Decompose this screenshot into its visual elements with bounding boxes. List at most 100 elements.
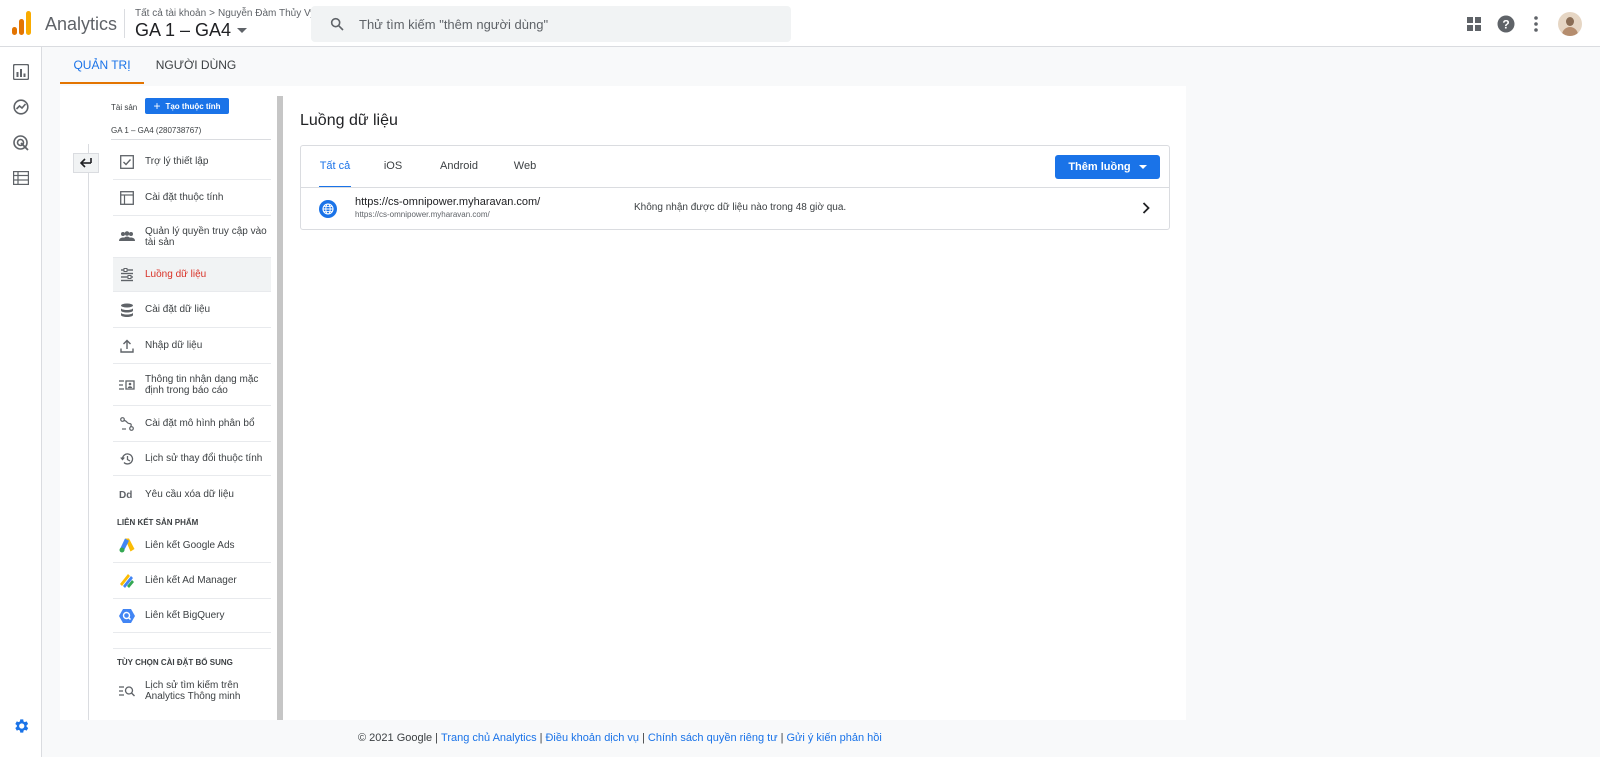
stream-name: https://cs-omnipower.myharavan.com/ xyxy=(355,196,541,208)
tab-admin[interactable]: QUẢN TRỊ xyxy=(60,47,144,84)
back-arrow-icon xyxy=(80,158,92,168)
property-picker[interactable]: GA 1 – GA4 xyxy=(135,20,248,41)
menu-item-data-import[interactable]: Nhập dữ liệu xyxy=(113,328,271,364)
divider xyxy=(111,139,271,140)
dropdown-caret-icon xyxy=(1138,165,1147,169)
advertising-icon[interactable] xyxy=(12,134,30,152)
left-nav-rail xyxy=(0,47,42,757)
attribution-icon xyxy=(119,416,135,432)
menu-item-google-ads-links[interactable]: Liên kết Google Ads xyxy=(113,529,271,563)
menu-item-label: Liên kết Ad Manager xyxy=(145,575,237,586)
menu-item-attribution-settings[interactable]: Cài đặt mô hình phân bổ xyxy=(113,406,271,442)
search-icon xyxy=(329,16,345,37)
property-picker-label: GA 1 – GA4 xyxy=(135,20,232,40)
breadcrumb[interactable]: Tất cả tài khoản > Nguyễn Đàm Thủy Vy xyxy=(135,8,315,19)
tab-android[interactable]: Android xyxy=(438,146,480,188)
footer-link-terms[interactable]: Điều khoản dịch vụ xyxy=(545,732,639,744)
data-streams-card: Tất cả iOS Android Web Thêm luồng https:… xyxy=(300,145,1170,230)
more-vert-icon[interactable] xyxy=(1526,14,1546,34)
breadcrumb-all-accounts[interactable]: Tất cả tài khoản xyxy=(135,8,206,19)
divider xyxy=(124,9,125,38)
create-property-label: Tạo thuộc tính xyxy=(165,101,221,111)
globe-icon xyxy=(319,200,337,218)
footer-link-privacy[interactable]: Chính sách quyền riêng tư xyxy=(648,732,778,744)
database-icon xyxy=(119,302,135,318)
menu-item-search-history[interactable]: Lịch sử tìm kiếm trên Analytics Thông mi… xyxy=(113,669,271,713)
top-app-bar: Analytics Tất cả tài khoản > Nguyễn Đàm Th… xyxy=(0,0,1600,47)
tab-users[interactable]: NGƯỜI DÙNG xyxy=(152,47,240,84)
menu-item-label: Lịch sử thay đổi thuộc tính xyxy=(145,453,263,464)
page-title: Luồng dữ liệu xyxy=(300,112,398,129)
add-stream-button[interactable]: Thêm luồng xyxy=(1055,155,1160,179)
section-title-additional-settings: TÙY CHỌN CÀI ĐẶT BỔ SUNG xyxy=(117,658,233,667)
collapse-column-button[interactable] xyxy=(73,153,99,173)
menu-item-setup-assistant[interactable]: Trợ lý thiết lập xyxy=(113,144,271,180)
plus-icon: + xyxy=(153,99,161,113)
property-name[interactable]: GA 1 – GA4 (280738767) xyxy=(111,126,201,135)
menu-item-label: Liên kết Google Ads xyxy=(145,540,235,551)
footer-link-analytics-home[interactable]: Trang chủ Analytics xyxy=(441,732,537,744)
search-bar[interactable] xyxy=(311,6,791,42)
section-title-product-links: LIÊN KẾT SẢN PHẨM xyxy=(117,518,199,527)
explore-icon[interactable] xyxy=(12,98,30,116)
menu-item-label: Trợ lý thiết lập xyxy=(145,156,209,167)
footer-copyright: © 2021 Google xyxy=(358,732,433,744)
history-icon xyxy=(119,451,135,467)
property-header-label: Tài sản xyxy=(111,103,138,112)
dropdown-caret-icon xyxy=(237,28,248,33)
stream-url: https://cs-omnipower.myharavan.com/ xyxy=(355,210,490,219)
breadcrumb-separator: > xyxy=(209,8,215,19)
checklist-icon xyxy=(119,154,135,170)
reporting-identity-icon xyxy=(119,377,135,393)
analytics-logo-icon[interactable] xyxy=(12,11,32,35)
table-row[interactable]: https://cs-omnipower.myharavan.com/ http… xyxy=(301,188,1169,230)
svg-text:Dd: Dd xyxy=(119,490,132,500)
menu-item-label: Cài đặt thuộc tính xyxy=(145,192,224,203)
tab-web[interactable]: Web xyxy=(512,146,538,188)
menu-item-data-deletion[interactable]: Dd Yêu cầu xóa dữ liệu xyxy=(113,476,271,512)
menu-item-label: Cài đặt dữ liệu xyxy=(145,304,211,315)
menu-item-change-history[interactable]: Lịch sử thay đổi thuộc tính xyxy=(113,442,271,476)
divider xyxy=(113,648,271,649)
footer-link-feedback[interactable]: Gửi ý kiến phản hồi xyxy=(786,732,881,744)
apps-grid-icon[interactable] xyxy=(1464,14,1484,34)
column-track xyxy=(88,144,89,720)
menu-item-label: Thông tin nhận dạng mặc định trong báo c… xyxy=(145,373,259,396)
svg-text:?: ? xyxy=(1502,18,1509,32)
avatar[interactable] xyxy=(1558,12,1582,36)
reports-icon[interactable] xyxy=(12,63,30,81)
tab-ios[interactable]: iOS xyxy=(381,146,405,188)
menu-item-reporting-identity[interactable]: Thông tin nhận dạng mặc định trong báo c… xyxy=(113,364,271,406)
search-history-icon xyxy=(119,683,135,699)
help-icon[interactable]: ? xyxy=(1496,14,1516,34)
create-property-button[interactable]: + Tạo thuộc tính xyxy=(145,98,229,114)
data-deletion-icon: Dd xyxy=(119,486,135,502)
menu-item-property-settings[interactable]: Cài đặt thuộc tính xyxy=(113,180,271,216)
menu-item-ad-manager-links[interactable]: Liên kết Ad Manager xyxy=(113,563,271,599)
menu-item-label: Liên kết BigQuery xyxy=(145,610,225,621)
people-icon xyxy=(119,229,135,245)
stream-status: Không nhận được dữ liệu nào trong 48 giờ… xyxy=(634,202,847,213)
chevron-right-icon[interactable] xyxy=(1139,201,1153,215)
menu-item-data-settings[interactable]: Cài đặt dữ liệu xyxy=(113,292,271,328)
tab-all[interactable]: Tất cả xyxy=(319,146,351,188)
google-ads-icon xyxy=(119,538,135,554)
bigquery-icon xyxy=(119,608,135,624)
property-column: Tài sản + Tạo thuộc tính GA 1 – GA4 (280… xyxy=(60,86,285,720)
menu-item-label: Nhập dữ liệu xyxy=(145,340,203,351)
breadcrumb-account[interactable]: Nguyễn Đàm Thủy Vy xyxy=(218,8,315,19)
configure-icon[interactable] xyxy=(12,169,30,187)
menu-item-data-streams[interactable]: Luồng dữ liệu xyxy=(113,258,271,292)
property-layout-icon xyxy=(119,190,135,206)
upload-icon xyxy=(119,338,135,354)
column-scrollbar[interactable] xyxy=(277,96,283,720)
search-input[interactable] xyxy=(359,6,779,42)
ad-manager-icon xyxy=(119,573,135,589)
admin-gear-icon[interactable] xyxy=(11,716,31,736)
menu-item-label: Quản lý quyền truy cập vào tài sản xyxy=(145,225,267,248)
menu-item-label: Yêu cầu xóa dữ liệu xyxy=(145,488,234,500)
menu-item-label: Luồng dữ liệu xyxy=(145,269,207,280)
add-stream-label: Thêm luồng xyxy=(1068,161,1131,173)
menu-item-access-management[interactable]: Quản lý quyền truy cập vào tài sản xyxy=(113,216,271,258)
menu-item-bigquery-links[interactable]: Liên kết BigQuery xyxy=(113,599,271,633)
